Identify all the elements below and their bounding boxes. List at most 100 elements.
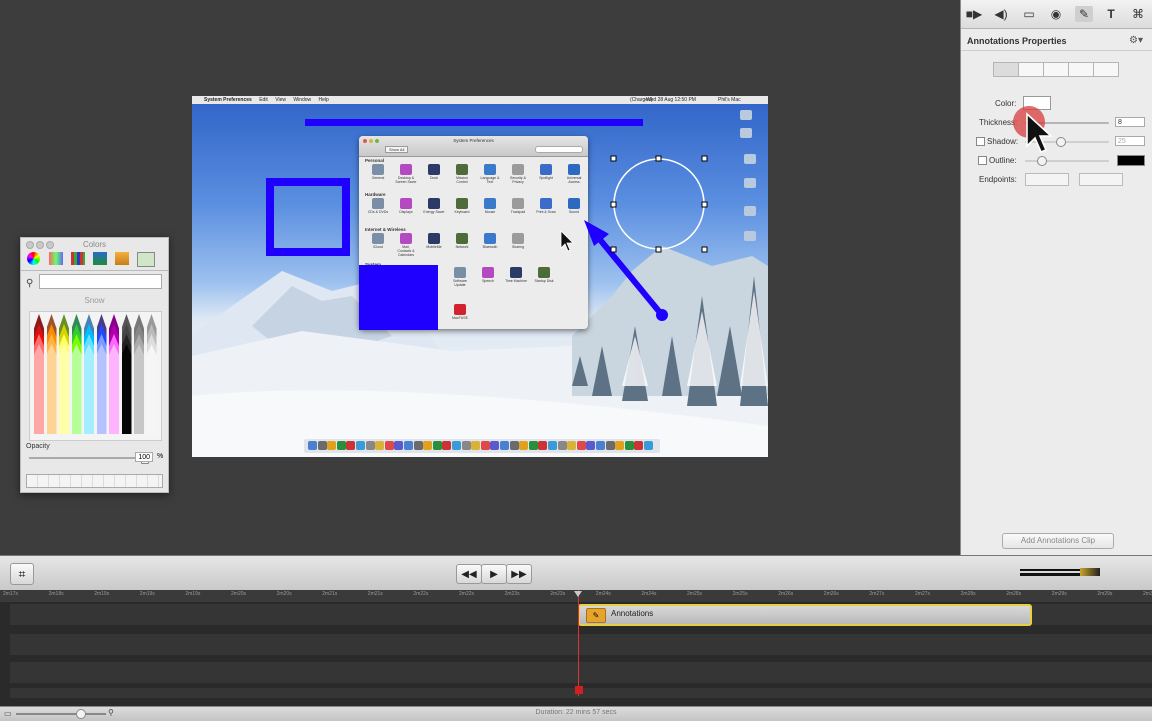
- audio-level-meter: [1020, 567, 1100, 579]
- rect-tool-segment[interactable]: [1043, 62, 1069, 77]
- ruler-tick-label: 2m21s: [367, 591, 383, 597]
- colors-panel-title: Colors: [82, 240, 107, 249]
- pen-tool-segment[interactable]: [993, 62, 1019, 77]
- ruler-tick-label: 2m21s: [322, 591, 338, 597]
- playhead-handle[interactable]: [574, 591, 582, 597]
- ruler-tick-label: 2m19s: [139, 591, 155, 597]
- playhead-bottom-marker: [575, 686, 583, 694]
- crayon[interactable]: [59, 344, 69, 434]
- add-annotations-clip-button[interactable]: Add Annotations Clip: [1002, 533, 1114, 549]
- ellipse-tool-segment[interactable]: [1068, 62, 1094, 77]
- outline-slider-knob[interactable]: [1037, 156, 1047, 166]
- thickness-field[interactable]: 8: [1115, 117, 1145, 127]
- crayon[interactable]: [134, 344, 144, 434]
- color-swatches[interactable]: [26, 474, 163, 488]
- screen-preview[interactable]: System Preferences Edit View Window Help…: [192, 96, 768, 457]
- annotation-line-top: [305, 119, 643, 126]
- video-icon[interactable]: ■▶: [965, 6, 983, 22]
- ruler-tick-label: 2m23s: [550, 591, 566, 597]
- ruler-tick-label: 2m29s: [1097, 591, 1113, 597]
- mouse-pointer-icon: [1026, 112, 1053, 154]
- annotations-icon[interactable]: ✎: [1075, 6, 1093, 22]
- ruler-tick-label: 2m26s: [823, 591, 839, 597]
- annotation-ellipse: [613, 158, 705, 250]
- keystroke-icon[interactable]: ⌘: [1129, 6, 1147, 22]
- color-palettes-icon[interactable]: [71, 252, 85, 265]
- annotation-arrow-end: [656, 309, 668, 321]
- ruler-tick-label: 2m17s: [3, 591, 19, 597]
- start-endpoint-select[interactable]: [1025, 173, 1069, 186]
- crayon[interactable]: [146, 344, 157, 434]
- ruler-tick-label: 2m26s: [778, 591, 794, 597]
- inspector-panel: ■▶ ◀) ▭ ◉ ✎ T ⌘ Annotations Properties ⚙…: [960, 0, 1152, 555]
- shadow-checkbox[interactable]: [976, 137, 985, 146]
- audio-icon[interactable]: ◀): [992, 6, 1010, 22]
- selection-handles: [610, 155, 708, 253]
- divider: [961, 50, 1152, 51]
- line-tool-segment[interactable]: [1018, 62, 1044, 77]
- transport-bar: ⌗ ◀◀ ▶ ▶▶: [0, 555, 1152, 591]
- outline-label: Outline:: [989, 156, 1017, 165]
- shadow-field[interactable]: 25: [1115, 136, 1145, 146]
- colors-panel[interactable]: Colors ⚲ Snow Opacity 100 %: [20, 237, 169, 493]
- annotations-clip[interactable]: ✎ Annotations: [578, 604, 1032, 626]
- ruler-tick-label: 2m20s: [276, 591, 292, 597]
- image-palettes-icon[interactable]: [93, 252, 107, 265]
- ruler-tick-label: 2m25s: [732, 591, 748, 597]
- arrow-tool-segment[interactable]: [1093, 62, 1119, 77]
- endpoints-label: Endpoints:: [979, 175, 1017, 184]
- annotation-filled-rect: [359, 265, 438, 330]
- crayon[interactable]: [71, 344, 82, 434]
- text-icon[interactable]: T: [1102, 6, 1120, 22]
- crayon[interactable]: [121, 344, 132, 434]
- custom-palette-icon[interactable]: [137, 252, 155, 267]
- color-wheel-icon[interactable]: [27, 252, 40, 265]
- color-sliders-icon[interactable]: [49, 252, 63, 265]
- ruler-tick-label: 2m18s: [48, 591, 64, 597]
- crayon[interactable]: [96, 344, 107, 434]
- ruler-tick-label: 2m19s: [185, 591, 201, 597]
- track-lane: [10, 662, 1152, 683]
- cursor-icon[interactable]: ◉: [1047, 6, 1065, 22]
- duration-label: Duration: 22 mins 57 secs: [535, 709, 617, 716]
- crayon[interactable]: [84, 344, 94, 434]
- crayon[interactable]: [109, 344, 119, 434]
- ruler-tick-label: 2m29s: [1051, 591, 1067, 597]
- screen-icon[interactable]: ▭: [1020, 6, 1038, 22]
- shadow-slider-knob[interactable]: [1056, 137, 1066, 147]
- opacity-slider[interactable]: [29, 453, 149, 464]
- fast-forward-button[interactable]: ▶▶: [506, 564, 532, 584]
- opacity-label: Opacity: [26, 443, 50, 450]
- gear-icon[interactable]: ⚙▾: [1129, 35, 1143, 46]
- ruler-tick-label: 2m23s: [504, 591, 520, 597]
- color-search-input[interactable]: [39, 274, 162, 289]
- crop-icon[interactable]: ⌗: [10, 563, 34, 585]
- ruler-tick-label: 2m22s: [459, 591, 475, 597]
- ruler-tick-label: 2m22s: [413, 591, 429, 597]
- canvas-area[interactable]: System Preferences Edit View Window Help…: [0, 0, 960, 555]
- inspector-title: Annotations Properties: [967, 36, 1067, 46]
- shadow-label: Shadow:: [987, 137, 1019, 146]
- ruler-tick-label: 2m27s: [915, 591, 931, 597]
- crayons-icon[interactable]: [115, 252, 129, 265]
- annotation-square-outline: [266, 178, 350, 256]
- play-button[interactable]: ▶: [481, 564, 507, 584]
- playhead[interactable]: [578, 590, 579, 696]
- outline-color-well[interactable]: [1117, 155, 1145, 166]
- annotations-layer: [266, 119, 708, 330]
- status-footer: ▭ ⚲ Duration: 22 mins 57 secs: [0, 706, 1152, 721]
- end-endpoint-select[interactable]: [1079, 173, 1123, 186]
- rewind-button[interactable]: ◀◀: [456, 564, 482, 584]
- crayon[interactable]: [34, 344, 44, 434]
- ruler-tick-label: 2m24s: [595, 591, 611, 597]
- thickness-label: Thickness:: [979, 118, 1018, 127]
- outline-checkbox[interactable]: [978, 156, 987, 165]
- crayon-box[interactable]: [29, 311, 162, 441]
- annotations-clip-icon: ✎: [586, 608, 606, 623]
- ruler-tick-label: 2m27s: [869, 591, 885, 597]
- crayon[interactable]: [46, 344, 57, 434]
- mouse-pointer-icon: [560, 230, 574, 252]
- clip-label: Annotations: [611, 609, 654, 618]
- opacity-value-field[interactable]: 100: [135, 452, 153, 462]
- ruler-tick-label: 2m20s: [231, 591, 247, 597]
